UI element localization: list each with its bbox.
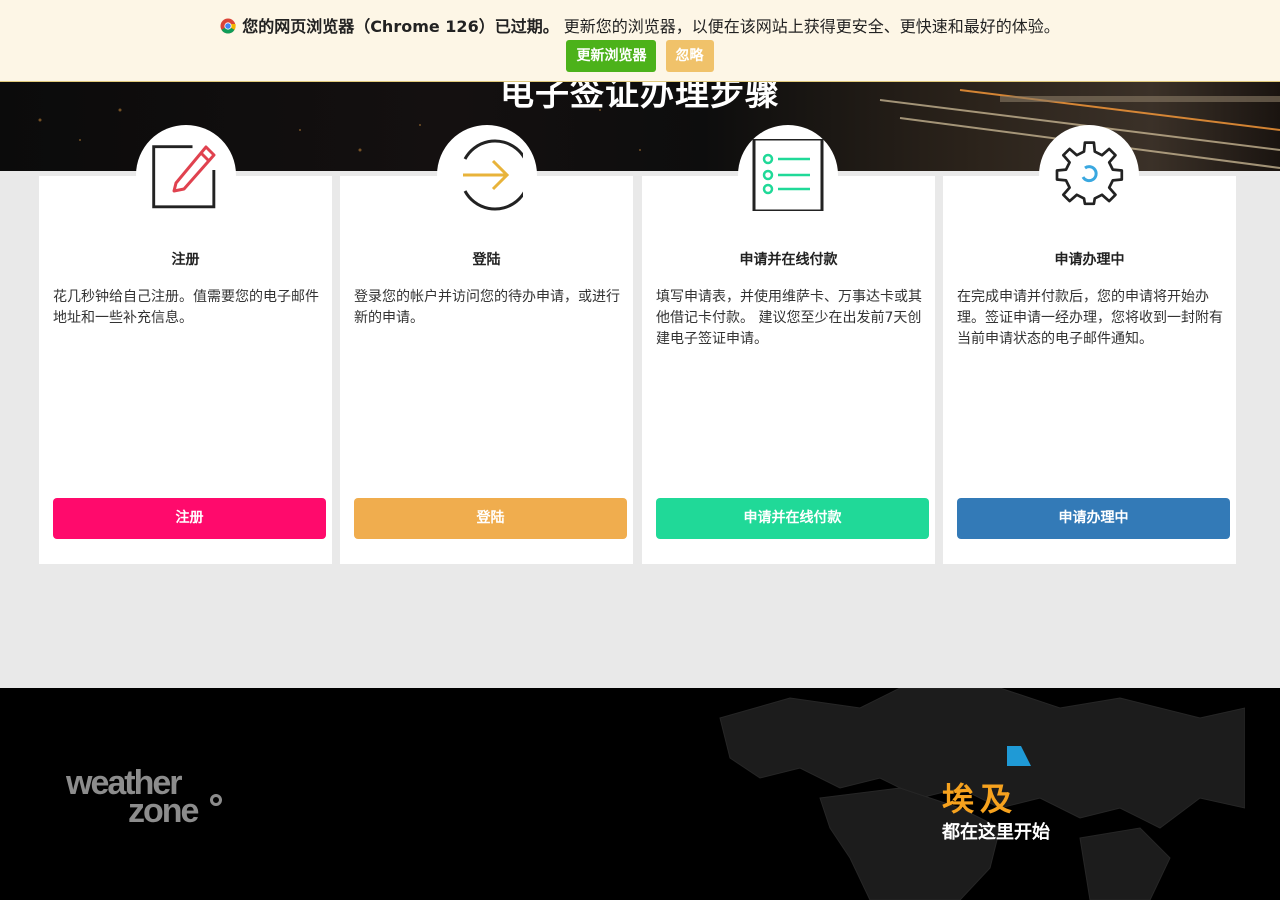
update-message: 您的网页浏览器（Chrome 126）已过期。 更新您的浏览器，以便在该网站上获… — [0, 13, 1280, 37]
step-title: 登陆 — [472, 252, 501, 268]
update-message-bold: 您的网页浏览器（Chrome 126）已过期。 — [242, 17, 559, 36]
update-message-text: 更新您的浏览器，以便在该网站上获得更安全、更快速和最好的体验。 — [558, 17, 1060, 36]
step-card-register: 注册 花几秒钟给自己注册。值需要您的电子邮件地址和一些补充信息。 注册 — [39, 176, 332, 564]
step-title: 注册 — [171, 252, 200, 268]
step-3-icon-badge — [738, 125, 838, 225]
degree-icon — [210, 794, 222, 806]
egypt-map-marker-icon — [1007, 746, 1031, 766]
list-icon — [752, 139, 824, 211]
step-card-processing: 申请办理中 在完成申请并付款后，您的申请将开始办理。签证申请一经办理，您将收到一… — [943, 176, 1236, 564]
ignore-button[interactable]: 忽略 — [665, 40, 714, 72]
country-name: 埃及 — [942, 780, 1019, 818]
step-description: 填写申请表，并使用维萨卡、万事达卡或其他借记卡付款。 建议您至少在出发前7天创建… — [656, 289, 922, 347]
step-description: 在完成申请并付款后，您的申请将开始办理。签证申请一经办理，您将收到一封附有当前申… — [957, 289, 1223, 347]
update-browser-button[interactable]: 更新浏览器 — [566, 40, 657, 72]
step-4-icon-badge — [1039, 125, 1139, 225]
step-card-apply-pay: 申请并在线付款 填写申请表，并使用维萨卡、万事达卡或其他借记卡付款。 建议您至少… — [642, 176, 935, 564]
step-card-login: 登陆 登录您的帐户并访问您的待办申请，或进行新的申请。 登陆 — [340, 176, 633, 564]
logo-line-2: zone — [128, 792, 199, 830]
weatherzone-logo[interactable]: weather zone — [66, 764, 236, 830]
processing-button[interactable]: 申请办理中 — [957, 498, 1230, 539]
browser-update-bar: 您的网页浏览器（Chrome 126）已过期。 更新您的浏览器，以便在该网站上获… — [0, 0, 1280, 82]
step-description: 登录您的帐户并访问您的待办申请，或进行新的申请。 — [354, 289, 620, 326]
step-2-icon-badge — [437, 125, 537, 225]
step-title: 申请办理中 — [1054, 252, 1125, 268]
chrome-icon — [220, 18, 236, 34]
arrow-right-icon — [463, 139, 523, 211]
pencil-icon — [152, 145, 216, 209]
gear-icon — [1055, 141, 1124, 206]
register-button[interactable]: 注册 — [53, 498, 326, 539]
apply-pay-button[interactable]: 申请并在线付款 — [656, 498, 929, 539]
country-tagline: 都在这里开始 — [942, 822, 1050, 843]
login-button[interactable]: 登陆 — [354, 498, 627, 539]
step-description: 花几秒钟给自己注册。值需要您的电子邮件地址和一些补充信息。 — [53, 289, 319, 326]
step-title: 申请并在线付款 — [739, 252, 838, 268]
footer: weather zone 埃及 都在这里开始 — [0, 688, 1280, 900]
step-1-icon-badge — [136, 125, 236, 225]
